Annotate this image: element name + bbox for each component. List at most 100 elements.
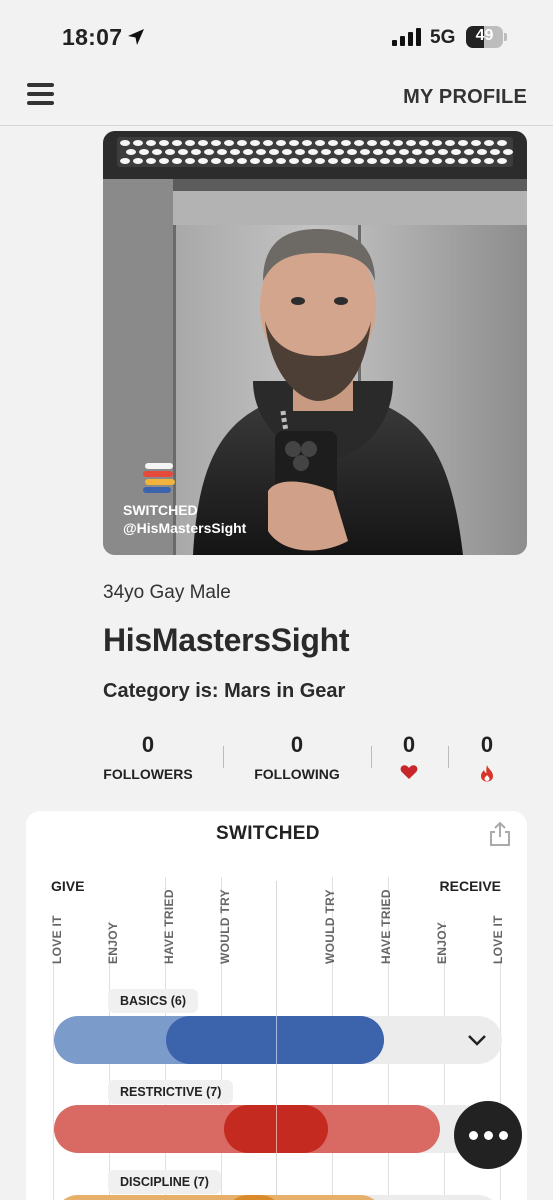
battery-icon: 49 bbox=[466, 26, 508, 48]
ceiling-light bbox=[172, 140, 182, 146]
share-icon[interactable] bbox=[489, 821, 511, 847]
ceiling-light bbox=[425, 149, 435, 155]
profile-meta: 34yo Gay Male bbox=[103, 582, 231, 603]
ceiling-light bbox=[243, 149, 253, 155]
hamburger-menu-icon[interactable] bbox=[27, 83, 54, 105]
ceiling-light bbox=[373, 149, 383, 155]
scale-label-receive-enjoy: ENJOY bbox=[435, 921, 449, 964]
scale-label-give-enjoy: ENJOY bbox=[106, 921, 120, 964]
category-bar-basics[interactable] bbox=[54, 1016, 502, 1064]
ceiling-light bbox=[139, 149, 149, 155]
ceiling-light bbox=[354, 158, 364, 164]
ceiling-light bbox=[484, 140, 494, 146]
app-header: MY PROFILE bbox=[0, 70, 553, 126]
cellular-signal-icon bbox=[392, 28, 421, 46]
more-dots-icon bbox=[469, 1131, 478, 1140]
ceiling-light bbox=[198, 158, 208, 164]
stat-divider bbox=[371, 746, 372, 768]
ceiling-light bbox=[315, 158, 325, 164]
ceiling-light bbox=[458, 158, 468, 164]
profile-category: Category is: Mars in Gear bbox=[103, 680, 346, 702]
ceiling-light bbox=[445, 140, 455, 146]
ceiling-light bbox=[237, 140, 247, 146]
stat-divider bbox=[448, 746, 449, 768]
ceiling-light bbox=[412, 149, 422, 155]
ceiling-light bbox=[419, 158, 429, 164]
switched-logo-icon bbox=[143, 463, 175, 493]
ceiling-light bbox=[185, 158, 195, 164]
ceiling-light bbox=[191, 149, 201, 155]
ceiling-light bbox=[503, 149, 513, 155]
ceiling-light bbox=[146, 140, 156, 146]
ceiling-light bbox=[263, 158, 273, 164]
ceiling-light bbox=[380, 158, 390, 164]
ceiling-light bbox=[217, 149, 227, 155]
ceiling-light bbox=[159, 158, 169, 164]
more-dot bbox=[499, 1131, 508, 1140]
ceiling-light bbox=[471, 140, 481, 146]
photo-watermark: SWITCHED @HisMastersSight bbox=[123, 461, 246, 536]
receive-label: RECEIVE bbox=[439, 878, 501, 894]
chevron-down-icon[interactable] bbox=[466, 1030, 488, 1050]
ceiling-light bbox=[367, 140, 377, 146]
ceiling-light bbox=[178, 149, 188, 155]
ceiling-light bbox=[302, 158, 312, 164]
ceiling-light bbox=[367, 158, 377, 164]
ceiling-light bbox=[224, 158, 234, 164]
ceiling-light bbox=[432, 158, 442, 164]
followers-stat[interactable]: 0 FOLLOWERS bbox=[103, 732, 193, 782]
ceiling-light bbox=[133, 158, 143, 164]
following-label: FOLLOWING bbox=[254, 766, 340, 782]
ceiling-light bbox=[393, 140, 403, 146]
ceiling-light bbox=[399, 149, 409, 155]
ceiling-light bbox=[302, 140, 312, 146]
ceiling-light bbox=[308, 149, 318, 155]
ceiling-light bbox=[328, 158, 338, 164]
ceiling-light bbox=[484, 158, 494, 164]
ceiling-light bbox=[211, 158, 221, 164]
ceiling-light bbox=[172, 158, 182, 164]
bar-center-mark bbox=[276, 1016, 277, 1064]
ceiling-light bbox=[276, 158, 286, 164]
ceiling-light bbox=[146, 158, 156, 164]
ceiling-light bbox=[133, 140, 143, 146]
watermark-handle: @HisMastersSight bbox=[123, 520, 247, 536]
ceiling-light bbox=[490, 149, 500, 155]
more-options-button[interactable] bbox=[454, 1101, 522, 1169]
ceiling-light bbox=[334, 149, 344, 155]
likes-count: 0 bbox=[402, 732, 416, 757]
ceiling-light bbox=[204, 149, 214, 155]
category-bar-restrictive[interactable] bbox=[54, 1105, 502, 1153]
ceiling-light bbox=[341, 158, 351, 164]
ceiling-light bbox=[120, 158, 130, 164]
ceiling-light bbox=[185, 140, 195, 146]
ceiling-light bbox=[269, 149, 279, 155]
category-bar-discipline[interactable] bbox=[54, 1195, 502, 1200]
ceiling-light bbox=[152, 149, 162, 155]
ceiling-light bbox=[380, 140, 390, 146]
following-stat[interactable]: 0 FOLLOWING bbox=[252, 732, 342, 782]
ceiling-light bbox=[451, 149, 461, 155]
ceiling-light bbox=[250, 140, 260, 146]
scale-label-give-have-tried: HAVE TRIED bbox=[162, 889, 176, 964]
followers-label: FOLLOWERS bbox=[103, 766, 193, 782]
ceiling-light bbox=[406, 158, 416, 164]
ceiling-light bbox=[471, 158, 481, 164]
grid-line bbox=[53, 961, 54, 1200]
ceiling-light bbox=[165, 149, 175, 155]
give-label: GIVE bbox=[51, 878, 85, 894]
ceiling-light bbox=[211, 140, 221, 146]
ceiling-light bbox=[263, 140, 273, 146]
profile-username: HisMastersSight bbox=[103, 622, 350, 658]
bar-outer bbox=[54, 1195, 384, 1200]
category-tag-basics: BASICS (6) bbox=[108, 989, 198, 1013]
likes-stat[interactable]: 0 bbox=[389, 732, 429, 785]
fire-stat[interactable]: 0 bbox=[467, 732, 507, 787]
followers-count: 0 bbox=[141, 732, 155, 757]
profile-photo[interactable]: SWITCHED @HisMastersSight bbox=[103, 131, 527, 555]
card-logo: SWITCHED bbox=[216, 823, 320, 844]
ceiling-light bbox=[432, 140, 442, 146]
battery-percent: 49 bbox=[475, 27, 494, 44]
category-tag-restrictive: RESTRICTIVE (7) bbox=[108, 1080, 234, 1104]
scale-label-give-would-try: WOULD TRY bbox=[218, 889, 232, 964]
